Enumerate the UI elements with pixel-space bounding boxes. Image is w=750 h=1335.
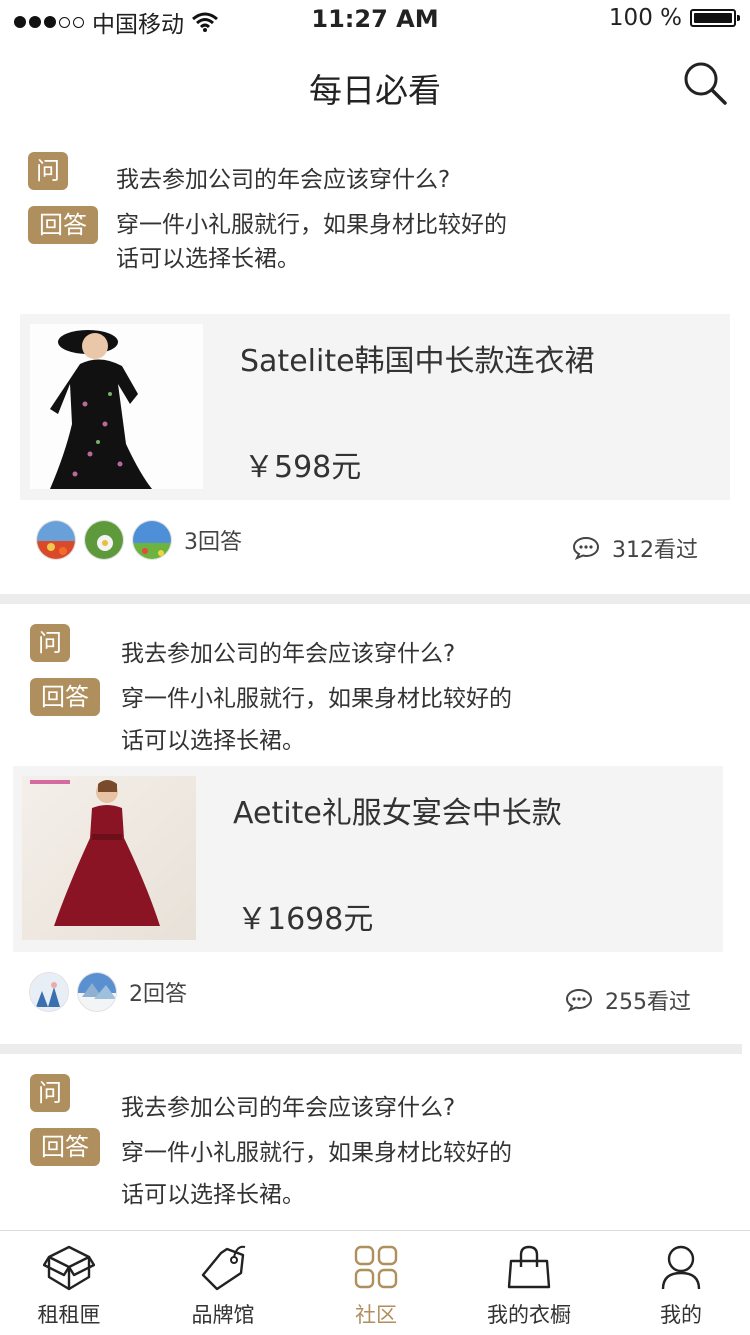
- answer-line: 穿一件小礼服就行，如果身材比较好的: [121, 686, 512, 712]
- answer-tag: 回答: [28, 206, 98, 244]
- grid-icon: [354, 1245, 398, 1289]
- tab-label: 品牌馆: [191, 1303, 255, 1327]
- comment-icon: [565, 988, 593, 1012]
- reply-avatars[interactable]: 3回答: [36, 520, 242, 560]
- reply-count: 2回答: [129, 982, 187, 1007]
- post-card[interactable]: 问 我去参加公司的年会应该穿什么? 回答 穿一件小礼服就行，如果身材比较好的 话…: [0, 604, 750, 1044]
- product-image: [30, 324, 203, 489]
- product-image: [22, 776, 196, 940]
- page-title: 每日必看: [309, 71, 441, 110]
- battery-icon: [690, 9, 740, 27]
- view-count: 312看过: [572, 532, 698, 564]
- product-price: ￥1698元: [237, 902, 374, 937]
- tab-brand-hall[interactable]: 品牌馆: [148, 1231, 298, 1335]
- view-count-text: 255看过: [605, 990, 691, 1015]
- tab-label: 我的: [660, 1303, 702, 1327]
- question-text: 我去参加公司的年会应该穿什么?: [116, 167, 451, 193]
- separator: [0, 1044, 742, 1054]
- avatar: [132, 520, 172, 560]
- tab-my-wardrobe[interactable]: 我的衣橱: [454, 1231, 604, 1335]
- box-icon: [43, 1245, 95, 1291]
- answer-tag: 回答: [30, 1128, 100, 1166]
- avatar: [77, 972, 117, 1012]
- tag-icon: [201, 1245, 246, 1291]
- answer-text: 穿一件小礼服就行，如果身材比较好的 话可以选择长裙。: [121, 1136, 561, 1212]
- product-card[interactable]: Satelite韩国中长款连衣裙 ￥598元: [20, 314, 730, 500]
- battery-info: 100 %: [608, 5, 740, 31]
- search-icon[interactable]: [682, 60, 728, 106]
- tab-zuzuxia[interactable]: 租租匣: [0, 1231, 144, 1335]
- answer-line: 话可以选择长裙。: [121, 728, 305, 754]
- view-count: 255看过: [565, 984, 691, 1016]
- answer-line: 话可以选择长裙。: [121, 1182, 305, 1208]
- question-text: 我去参加公司的年会应该穿什么?: [121, 1095, 456, 1121]
- tab-label: 我的衣橱: [487, 1303, 571, 1327]
- answer-line: 穿一件小礼服就行，如果身材比较好的: [121, 1140, 512, 1166]
- question-tag: 问: [30, 624, 70, 662]
- avatar: [36, 520, 76, 560]
- reply-count: 3回答: [184, 530, 242, 555]
- tab-mine[interactable]: 我的: [606, 1231, 750, 1335]
- question-text: 我去参加公司的年会应该穿什么?: [121, 641, 456, 667]
- question-tag: 问: [28, 152, 68, 190]
- bag-icon: [507, 1245, 551, 1289]
- tab-label: 租租匣: [37, 1303, 101, 1327]
- answer-text: 穿一件小礼服就行，如果身材比较好的 话可以选择长裙。: [116, 208, 556, 276]
- comment-icon: [572, 536, 600, 560]
- answer-line: 话可以选择长裙。: [116, 246, 300, 272]
- product-name: Satelite韩国中长款连衣裙: [240, 344, 595, 379]
- avatar: [84, 520, 124, 560]
- reply-avatars[interactable]: 2回答: [29, 972, 187, 1012]
- answer-text: 穿一件小礼服就行，如果身材比较好的 话可以选择长裙。: [121, 682, 561, 758]
- avatar: [29, 972, 69, 1012]
- answer-tag: 回答: [30, 678, 100, 716]
- post-card[interactable]: 问 我去参加公司的年会应该穿什么? 回答 穿一件小礼服就行，如果身材比较好的 话…: [0, 1054, 750, 1230]
- tab-label: 社区: [355, 1303, 397, 1327]
- question-tag: 问: [30, 1074, 70, 1112]
- view-count-text: 312看过: [612, 538, 698, 563]
- status-bar: 中国移动 11:27 AM 100 %: [0, 0, 750, 40]
- tab-bar: 租租匣 品牌馆 社区 我的衣橱 我的: [0, 1230, 750, 1335]
- user-icon: [661, 1245, 701, 1290]
- tab-community[interactable]: 社区: [301, 1231, 451, 1335]
- post-card[interactable]: 问 我去参加公司的年会应该穿什么? 回答 穿一件小礼服就行，如果身材比较好的 话…: [0, 130, 750, 594]
- separator: [0, 594, 750, 604]
- product-name: Aetite礼服女宴会中长款: [233, 796, 562, 831]
- nav-bar: 每日必看: [0, 40, 750, 130]
- battery-percent: 100 %: [608, 5, 682, 31]
- product-card[interactable]: Aetite礼服女宴会中长款 ￥1698元: [13, 766, 723, 952]
- answer-line: 穿一件小礼服就行，如果身材比较好的: [116, 212, 507, 238]
- product-price: ￥598元: [244, 450, 362, 485]
